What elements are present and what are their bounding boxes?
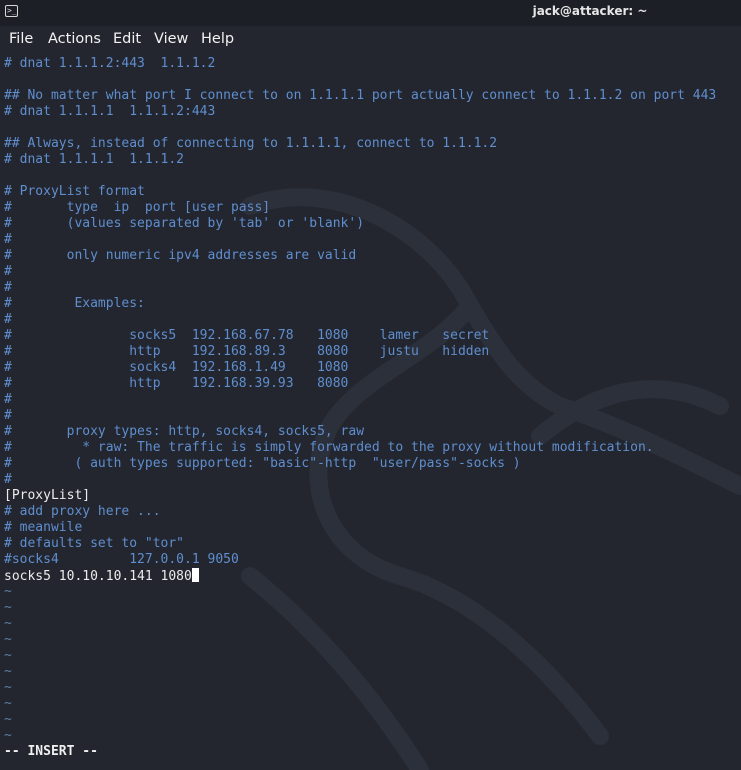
editor-line: ## No matter what port I connect to on 1…	[4, 88, 716, 104]
empty-line-marker: ~	[4, 712, 716, 728]
editor-line: # only numeric ipv4 addresses are valid	[4, 248, 716, 264]
editor-line-text: #	[4, 280, 12, 295]
editor-line: # ( auth types supported: "basic"-http "…	[4, 456, 716, 472]
terminal-icon[interactable]: >_	[5, 5, 18, 17]
editor-line-text: ~	[4, 664, 12, 679]
empty-line-marker: ~	[4, 600, 716, 616]
editor-line-text: # add proxy here ...	[4, 504, 161, 519]
editor-line: # socks4 192.168.1.49 1080	[4, 360, 716, 376]
editor-line-text: ~	[4, 696, 12, 711]
editor-line: #	[4, 312, 716, 328]
editor-line-text: # Examples:	[4, 296, 145, 311]
editor-line-text: #socks4 127.0.0.1 9050	[4, 552, 239, 567]
editor-line-text: #	[4, 312, 12, 327]
editor-line-text: # dnat 1.1.1.1 1.1.1.2:443	[4, 104, 216, 119]
editor-line: # defaults set to "tor"	[4, 536, 716, 552]
editor-line: # add proxy here ...	[4, 504, 716, 520]
editor-line: #	[4, 280, 716, 296]
editor-line-text: # dnat 1.1.1.1 1.1.1.2	[4, 152, 185, 167]
empty-line-marker: ~	[4, 664, 716, 680]
menu-bar: File Actions Edit View Help	[0, 26, 741, 54]
editor-line-text: ~	[4, 648, 12, 663]
editor-line-text: ~	[4, 616, 12, 631]
editor-line: # http 192.168.39.93 8080	[4, 376, 716, 392]
insert-mode-indicator: -- INSERT --	[4, 744, 98, 759]
editor-line-text: # ProxyList format	[4, 184, 145, 199]
editor-line-text: # defaults set to "tor"	[4, 536, 185, 551]
editor-line: # * raw: The traffic is simply forwarded…	[4, 440, 716, 456]
editor-line-text: # http 192.168.89.3 8080 justu hidden	[4, 344, 490, 359]
editor-line: # meanwile	[4, 520, 716, 536]
editor-line-text: ~	[4, 600, 12, 615]
editor-line-text: # ( auth types supported: "basic"-http "…	[4, 456, 521, 471]
empty-line-marker: ~	[4, 584, 716, 600]
editor-line-text: ~	[4, 680, 12, 695]
editor-line: # (values separated by 'tab' or 'blank')	[4, 216, 716, 232]
menu-file[interactable]: File	[9, 31, 33, 47]
editor-line: [ProxyList]	[4, 488, 716, 504]
editor-line-text: #	[4, 392, 12, 407]
editor-line-text: socks5 10.10.10.141 1080	[4, 569, 192, 584]
editor-line-text: #	[4, 232, 12, 247]
editor-line: #	[4, 472, 716, 488]
title-bar: >_ jack@attacker: ~	[0, 0, 741, 26]
empty-line-marker: ~	[4, 680, 716, 696]
editor-line-text: # proxy types: http, socks4, socks5, raw	[4, 424, 365, 439]
terminal-area[interactable]: # dnat 1.1.1.2:443 1.1.1.2 ## No matter w…	[0, 56, 741, 770]
editor-line: # socks5 192.168.67.78 1080 lamer secret	[4, 328, 716, 344]
editor-line: ## Always, instead of connecting to 1.1.…	[4, 136, 716, 152]
empty-line-marker: ~	[4, 632, 716, 648]
editor-buffer[interactable]: # dnat 1.1.1.2:443 1.1.1.2 ## No matter w…	[4, 56, 716, 744]
editor-line-text: ## Always, instead of connecting to 1.1.…	[4, 136, 498, 151]
editor-line: #	[4, 408, 716, 424]
editor-line-text: # (values separated by 'tab' or 'blank')	[4, 216, 365, 231]
editor-line: # http 192.168.89.3 8080 justu hidden	[4, 344, 716, 360]
editor-line-text: #	[4, 408, 12, 423]
editor-line-text: # dnat 1.1.1.2:443 1.1.1.2	[4, 56, 216, 71]
editor-line: # dnat 1.1.1.2:443 1.1.1.2	[4, 56, 716, 72]
editor-line: #	[4, 264, 716, 280]
editor-line-text: # meanwile	[4, 520, 83, 535]
editor-line-text: #	[4, 472, 12, 487]
editor-line-text: # type ip port [user pass]	[4, 200, 271, 215]
empty-line-marker: ~	[4, 696, 716, 712]
editor-line-text: #	[4, 264, 12, 279]
empty-line-marker: ~	[4, 616, 716, 632]
editor-line: #	[4, 232, 716, 248]
editor-line-text: ~	[4, 712, 12, 727]
editor-line-text: ~	[4, 584, 12, 599]
editor-line: # Examples:	[4, 296, 716, 312]
editor-line-text: ~	[4, 632, 12, 647]
editor-line: # dnat 1.1.1.1 1.1.1.2:443	[4, 104, 716, 120]
editor-line-text: # only numeric ipv4 addresses are valid	[4, 248, 357, 263]
editor-line: #socks4 127.0.0.1 9050	[4, 552, 716, 568]
editor-line: socks5 10.10.10.141 1080	[4, 568, 716, 584]
menu-edit[interactable]: Edit	[113, 31, 141, 47]
editor-line-text: # socks4 192.168.1.49 1080	[4, 360, 349, 375]
empty-line-marker: ~	[4, 728, 716, 744]
editor-line: # proxy types: http, socks4, socks5, raw	[4, 424, 716, 440]
text-cursor	[191, 568, 199, 582]
editor-line-text: # http 192.168.39.93 8080	[4, 376, 349, 391]
editor-line: # dnat 1.1.1.1 1.1.1.2	[4, 152, 716, 168]
editor-line-text: [ProxyList]	[4, 488, 91, 503]
editor-line-text: ~	[4, 728, 12, 743]
editor-line-text: # * raw: The traffic is simply forwarded…	[4, 440, 654, 455]
editor-line-text: ## No matter what port I connect to on 1…	[4, 88, 717, 103]
empty-line-marker: ~	[4, 648, 716, 664]
editor-line: #	[4, 392, 716, 408]
editor-line-text: # socks5 192.168.67.78 1080 lamer secret	[4, 328, 490, 343]
menu-help[interactable]: Help	[201, 31, 234, 47]
editor-line: # type ip port [user pass]	[4, 200, 716, 216]
editor-line: # ProxyList format	[4, 184, 716, 200]
window-title: jack@attacker: ~	[532, 4, 648, 18]
menu-actions[interactable]: Actions	[48, 31, 101, 47]
menu-view[interactable]: View	[154, 31, 188, 47]
